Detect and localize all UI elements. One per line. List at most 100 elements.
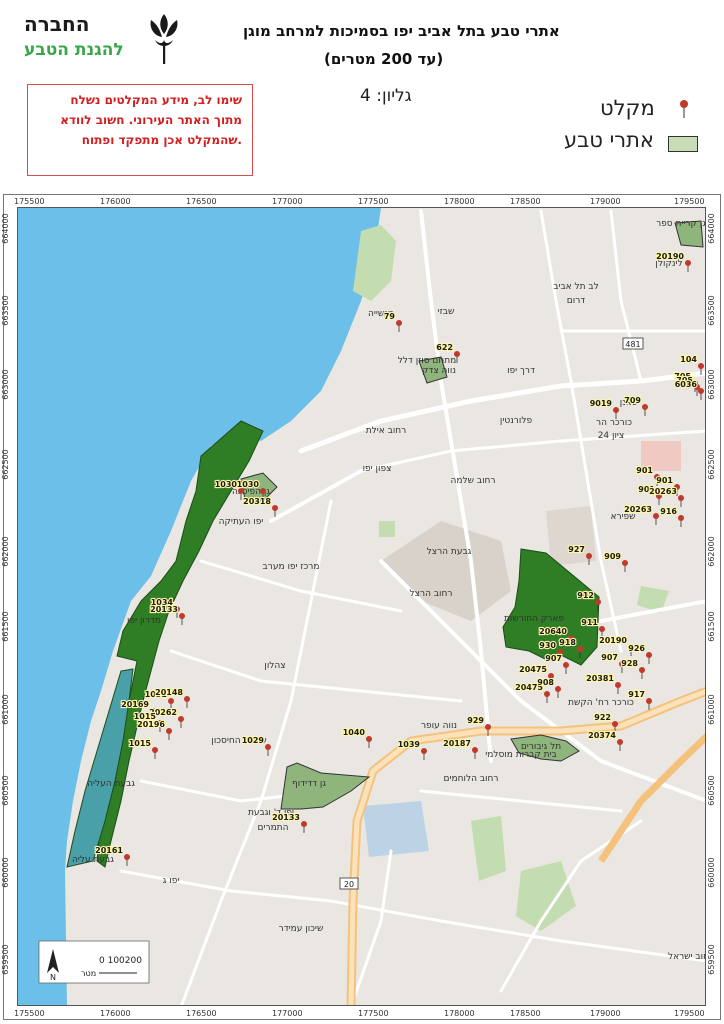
x-tick-top: 179500: [674, 197, 705, 206]
shelter-id-label: 901: [656, 476, 673, 485]
shelter-id-label: 928: [621, 659, 638, 668]
y-tick-left: 662500: [0, 449, 10, 480]
shelter-pin-icon: [265, 744, 271, 750]
place-label: נווה עופר: [421, 721, 457, 731]
shelter-id-label: 20640: [539, 627, 567, 636]
place-label: רחוב הלוחמים: [444, 774, 499, 784]
shelter-pin-icon: [642, 404, 648, 410]
map-header: החברה להגנת הטבע אתרי טבע בתל אביב יפו ב…: [0, 0, 724, 192]
x-tick-bottom: 177000: [272, 1009, 303, 1018]
shelter-pin-icon: [678, 515, 684, 521]
y-tick-left: 663500: [0, 295, 10, 326]
place-label: גבעת העליה: [87, 779, 135, 789]
shelter-pin-icon: [472, 747, 478, 753]
place-label: מתחם סוזן דלל: [398, 356, 457, 366]
y-tick-right: 661000: [706, 694, 716, 725]
warning-line-3: .שהמקלט אכן מתפקד ופתוח: [81, 133, 242, 147]
y-tick-right: 664000: [706, 213, 716, 244]
shelter-pin-icon: [544, 691, 550, 697]
place-label: מדרון יפו: [127, 616, 161, 626]
shelter-id-label: 1039: [398, 740, 421, 749]
shelter-pin-icon: [698, 388, 704, 394]
shelter-pin-icon: [577, 646, 583, 652]
y-tick-right: 663000: [706, 369, 716, 400]
map-svg[interactable]: 20 481 לב תל אביבדרוםלינקולןגן קריית ספר…: [18, 208, 706, 1006]
shelter-id-label: 1030: [215, 480, 238, 489]
map-title: אתרי טבע בתל אביב יפו בסמיכות למרחב מוגן: [243, 22, 560, 40]
shelter-id-label: 1029: [242, 736, 265, 745]
place-label: התמרים: [258, 823, 289, 833]
shelter-id-label: 20318: [243, 497, 271, 506]
place-label: כורכר הר: [596, 418, 632, 428]
shelter-pin-icon: [421, 748, 427, 754]
road-shield-label: 20: [344, 880, 354, 889]
y-tick-left: 663000: [0, 369, 10, 400]
shelter-pin-icon: [599, 626, 605, 632]
place-label: גן דדידוף: [292, 779, 326, 789]
shelter-warning-box: שימו לב, מידע המקלטים נשלח מתוך האתר העי…: [27, 84, 253, 176]
x-tick-top: 175500: [14, 197, 45, 206]
y-tick-right: 662000: [706, 536, 716, 567]
shelter-id-label: 20381: [586, 674, 614, 683]
shelter-pin-icon: [166, 728, 172, 734]
shelter-pin-icon: [680, 100, 688, 118]
x-tick-bottom: 176000: [100, 1009, 131, 1018]
shelter-pin-icon: [646, 698, 652, 704]
road-shield-label: 481: [625, 340, 640, 349]
shelter-id-label: 927: [568, 545, 585, 554]
shelter-pin-icon: [179, 613, 185, 619]
shelter-id-label: 20187: [443, 739, 471, 748]
shelter-pin-icon: [396, 320, 402, 326]
place-label: צפון יפו: [363, 464, 392, 474]
shelter-pin-icon: [272, 505, 278, 511]
place-label: יפו ג: [163, 876, 180, 886]
shelter-pin-icon: [613, 407, 619, 413]
shelter-id-label: 20196: [137, 720, 165, 729]
shelter-id-label: 20169: [121, 700, 149, 709]
shelter-pin-icon: [184, 696, 190, 702]
y-tick-right: 661500: [706, 611, 716, 642]
y-tick-left: 664000: [0, 213, 10, 244]
shelter-pin-icon: [168, 698, 174, 704]
place-label: ציון 24: [598, 431, 625, 441]
place-label: יפו העתיקה: [219, 517, 264, 527]
shelter-id-label: 20374: [588, 731, 616, 740]
shelter-pin-icon: [698, 363, 704, 369]
x-tick-top: 178500: [510, 197, 541, 206]
shelter-id-label: 926: [628, 644, 645, 653]
legend-nature-label: אתרי טבע: [564, 128, 654, 152]
x-tick-top: 176000: [100, 197, 131, 206]
place-label: גן קריית ספר: [656, 219, 706, 229]
shelter-pin-icon: [301, 821, 307, 827]
shelter-pin-icon: [152, 747, 158, 753]
scale-unit: מטר: [81, 969, 96, 978]
x-tick-bottom: 179500: [674, 1009, 705, 1018]
shelter-pin-icon: [366, 736, 372, 742]
shelter-id-label: 6036: [675, 380, 698, 389]
place-label: גבעת עליה: [72, 855, 114, 865]
sheet-number: גליון: 4: [360, 86, 412, 106]
shelter-pin-icon: [586, 553, 592, 559]
y-tick-right: 660000: [706, 857, 716, 888]
y-tick-right: 660500: [706, 775, 716, 806]
warning-line-1: שימו לב, מידע המקלטים נשלח: [70, 93, 242, 107]
shelter-id-label: 9019: [590, 399, 613, 408]
park: [379, 521, 395, 537]
shelter-id-label: 918: [559, 638, 576, 647]
place-label: נווה צדק: [422, 366, 456, 376]
place-label: בית קברות מוסלמי: [485, 750, 557, 760]
shelter-id-label: 20475: [519, 665, 547, 674]
y-tick-right: 659500: [706, 944, 716, 975]
shelter-id-label: 20133: [272, 813, 300, 822]
x-tick-top: 176500: [186, 197, 217, 206]
nature-site-swatch: [668, 136, 698, 152]
map-subtitle: (עד 200 מטרים): [324, 50, 444, 68]
place-label: מרכז יפו מערב: [263, 562, 320, 572]
x-tick-bottom: 178500: [510, 1009, 541, 1018]
org-name-line1: החברה: [24, 12, 90, 36]
shelter-id-label: 907: [545, 654, 562, 663]
shelter-pin-icon: [646, 652, 652, 658]
place-label: גבעת הרצל: [427, 547, 472, 557]
shelter-pin-icon: [178, 716, 184, 722]
map-canvas[interactable]: 20 481 לב תל אביב דרום לינקולן גן קריית ספר…: [17, 207, 706, 1006]
